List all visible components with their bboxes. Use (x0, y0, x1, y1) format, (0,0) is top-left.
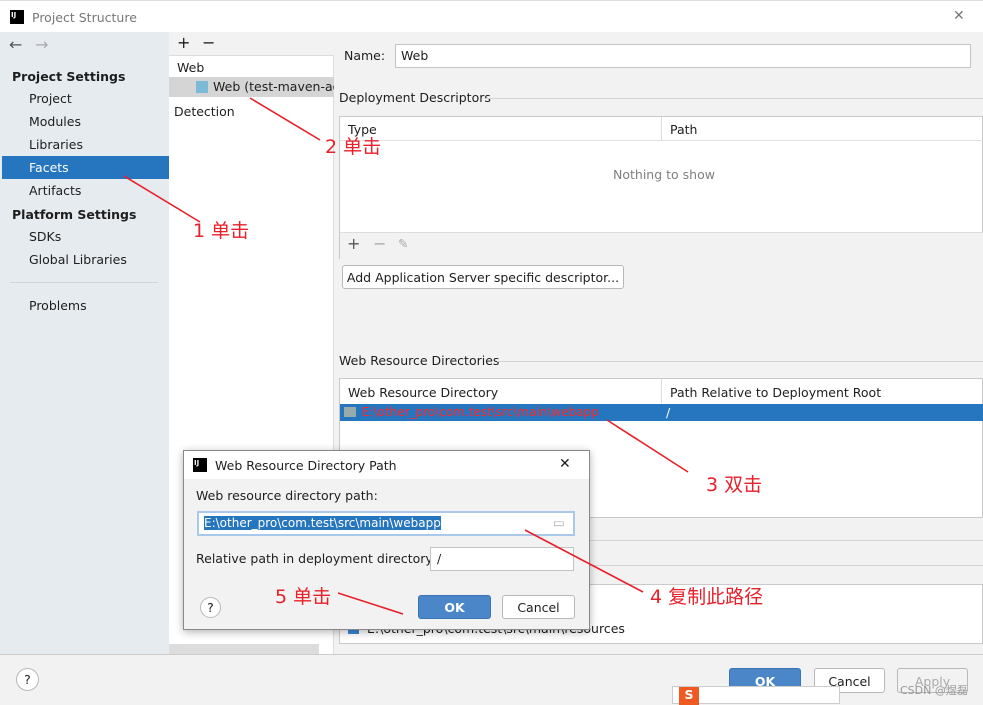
annotation-arrows (123, 97, 689, 615)
annotation-4: 4 复制此路径 (650, 586, 764, 608)
arrow-4 (524, 529, 644, 593)
annotation-2: 2 单击 (325, 136, 382, 158)
arrow-2 (249, 97, 321, 141)
arrow-5 (337, 592, 404, 615)
arrow-3 (606, 419, 689, 473)
annotation-3: 3 双击 (706, 474, 763, 496)
annotation-1: 1 单击 (193, 220, 250, 242)
annotation-5: 5 单击 (275, 586, 332, 608)
arrow-1 (123, 175, 201, 223)
